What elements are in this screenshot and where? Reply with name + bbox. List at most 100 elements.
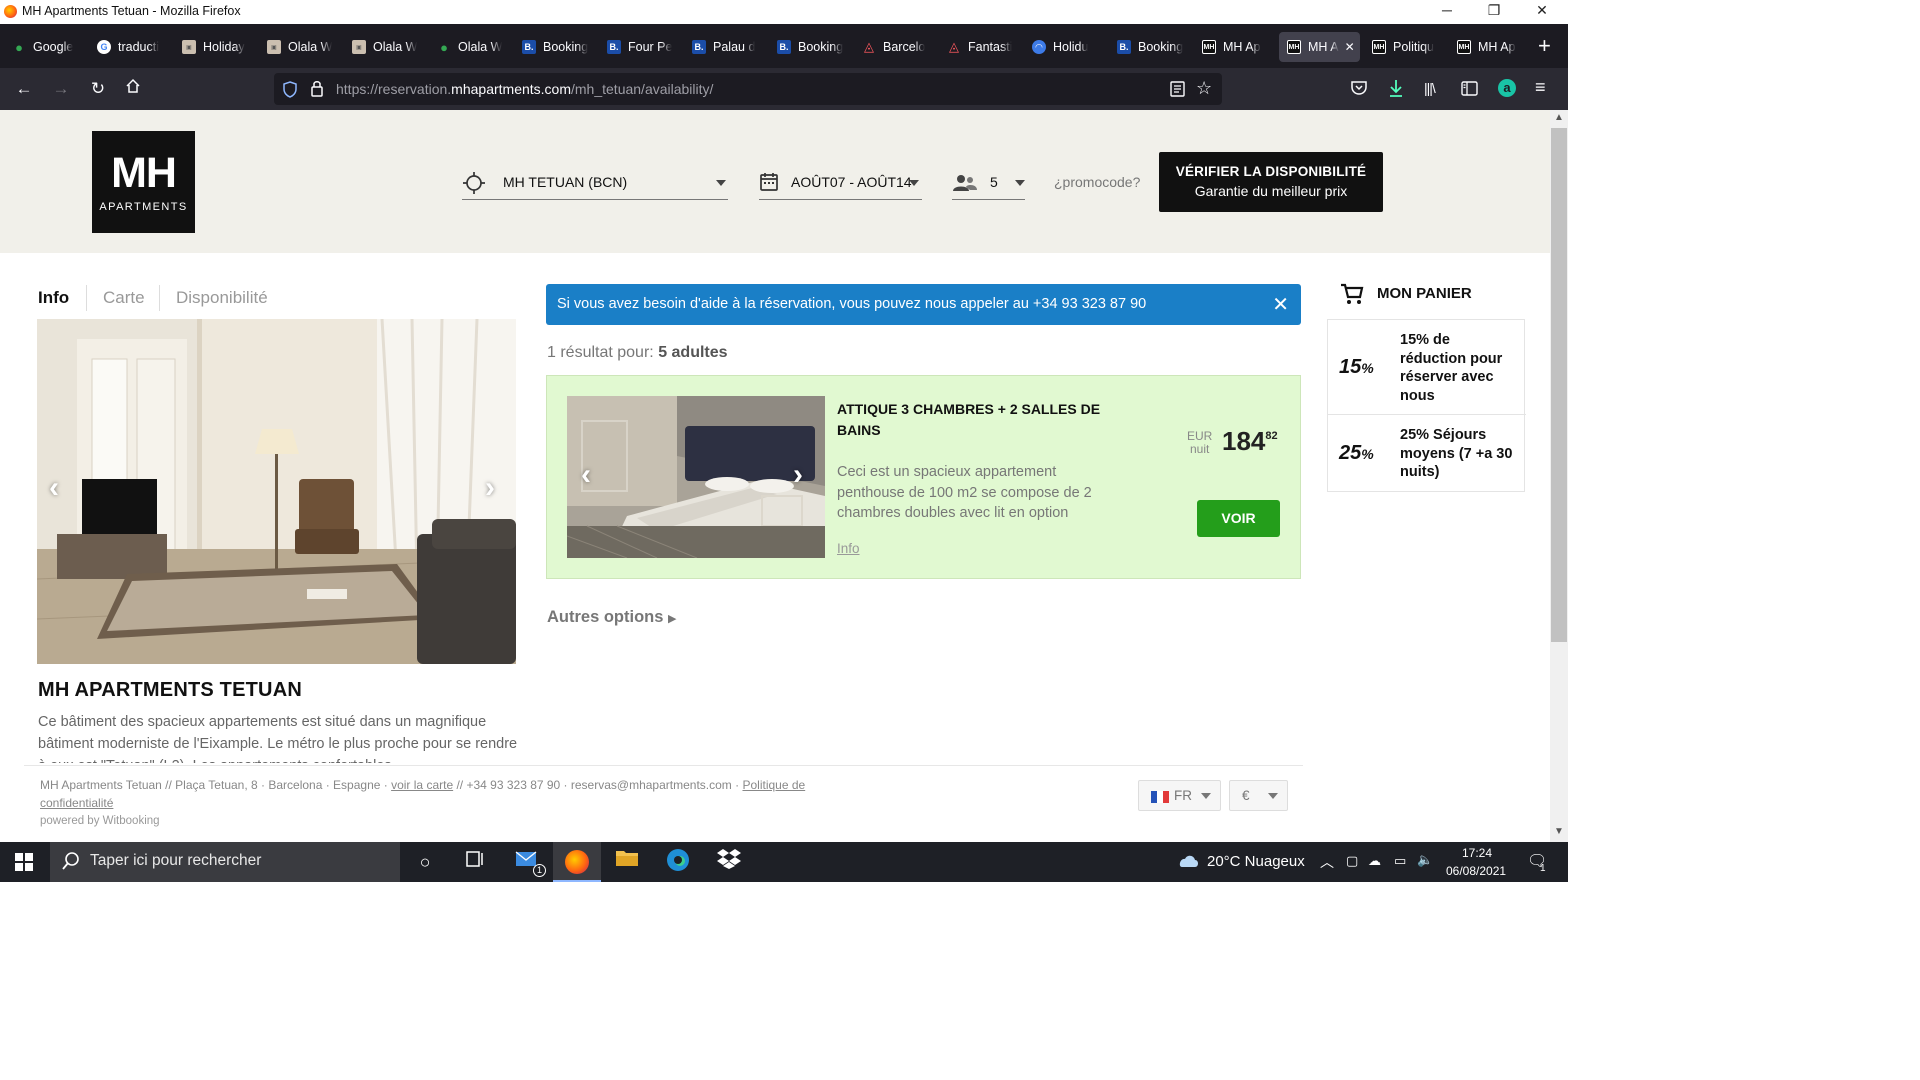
restore-button[interactable]: ❐ bbox=[1479, 2, 1509, 19]
lock-icon[interactable] bbox=[310, 80, 324, 102]
bookmark-star-icon[interactable]: ☆ bbox=[1196, 78, 1212, 99]
browser-tab[interactable]: ▣ Holiday bbox=[182, 32, 257, 62]
search-icon bbox=[62, 852, 80, 875]
browser-tab[interactable]: ◬ Fantasti bbox=[947, 32, 1022, 62]
battery-icon[interactable]: ▭ bbox=[1394, 853, 1406, 869]
windows-start-icon[interactable] bbox=[15, 853, 33, 876]
minimize-button[interactable]: ─ bbox=[1432, 2, 1462, 18]
reload-icon[interactable]: ↻ bbox=[87, 78, 109, 100]
taskbar-search[interactable]: Taper ici pour rechercher bbox=[50, 842, 400, 882]
olala-icon: ▣ bbox=[267, 40, 281, 54]
forward-arrow-icon[interactable]: → bbox=[50, 78, 72, 100]
new-tab-button[interactable]: + bbox=[1538, 33, 1551, 59]
firefox-taskbar-button[interactable] bbox=[553, 842, 601, 882]
close-tab-icon[interactable]: ✕ bbox=[1345, 40, 1355, 54]
other-options-toggle[interactable]: Autres options ▶ bbox=[547, 608, 676, 627]
apartment-photo-carousel[interactable]: ‹ › bbox=[37, 319, 516, 664]
address-bar[interactable]: https://reservation.mhapartments.com/mh_… bbox=[274, 73, 1222, 105]
room-photo-carousel[interactable]: ‹ › bbox=[567, 396, 825, 558]
footer-map-link[interactable]: voir la carte bbox=[391, 778, 453, 792]
volume-icon[interactable]: 🔈 bbox=[1417, 852, 1433, 868]
carousel-next-icon[interactable]: › bbox=[485, 471, 495, 505]
powered-by[interactable]: powered by Witbooking bbox=[40, 815, 160, 827]
library-icon[interactable]: |||\ bbox=[1424, 80, 1436, 96]
hotel-select[interactable]: MH TETUAN (BCN) bbox=[462, 165, 728, 200]
dropbox-icon[interactable] bbox=[714, 848, 744, 876]
help-banner: Si vous avez besoin d'aide à la réservat… bbox=[546, 284, 1301, 325]
onedrive-icon[interactable]: ☁ bbox=[1368, 853, 1381, 869]
scrollbar-thumb[interactable] bbox=[1551, 128, 1567, 642]
room-title[interactable]: ATTIQUE 3 CHAMBRES + 2 SALLES DE BAINS bbox=[837, 399, 1117, 441]
cloud-weather-icon[interactable] bbox=[1176, 851, 1200, 874]
carousel-next-icon[interactable]: › bbox=[793, 458, 803, 492]
mh-apartments-logo[interactable]: MH APARTMENTS bbox=[92, 131, 195, 233]
tab-label: Google bbox=[33, 40, 74, 54]
guests-select[interactable]: 5 bbox=[952, 165, 1025, 200]
shield-icon[interactable] bbox=[282, 81, 298, 103]
window-title-bar: MH Apartments Tetuan - Mozilla Firefox ─… bbox=[0, 0, 1568, 24]
tab-map[interactable]: Carte bbox=[103, 288, 145, 308]
apartment-description: Ce bâtiment des spacieux appartements es… bbox=[38, 714, 518, 763]
booking-icon: B. bbox=[692, 40, 706, 54]
browser-tab[interactable]: ◠ Holidu bbox=[1032, 32, 1107, 62]
reader-view-icon[interactable] bbox=[1170, 81, 1185, 102]
browser-tab[interactable]: B. Four Pe bbox=[607, 32, 682, 62]
edge-icon[interactable] bbox=[663, 848, 693, 876]
browser-tab[interactable]: MH MH Ap bbox=[1457, 32, 1532, 62]
browser-tab[interactable]: MH MH A ✕ bbox=[1279, 32, 1360, 62]
browser-tab[interactable]: ● Olala W bbox=[437, 32, 512, 62]
navigation-toolbar: ← → ↻ https://reservation.mhapartments.c… bbox=[0, 68, 1568, 110]
bedroom-photo bbox=[567, 396, 825, 558]
close-window-button[interactable]: ✕ bbox=[1527, 2, 1557, 19]
sidebar-icon[interactable] bbox=[1461, 81, 1478, 101]
tab-label: Four Pe bbox=[628, 40, 673, 54]
view-room-button[interactable]: VOIR bbox=[1197, 500, 1280, 537]
tab-info[interactable]: Info bbox=[38, 288, 69, 308]
tab-availability[interactable]: Disponibilité bbox=[176, 288, 268, 308]
dates-select[interactable]: AOÛT07 - AOÛT14 bbox=[759, 165, 922, 200]
mh-icon: MH bbox=[1372, 40, 1386, 54]
currency-select[interactable]: € bbox=[1229, 780, 1288, 811]
promocode-link[interactable]: ¿promocode? bbox=[1054, 174, 1140, 190]
chevron-up-icon[interactable]: ︿ bbox=[1320, 852, 1334, 872]
url-text: https://reservation.mhapartments.com/mh_… bbox=[336, 81, 714, 97]
location-target-icon bbox=[462, 171, 486, 198]
shopping-cart-icon bbox=[1340, 283, 1364, 310]
room-info-link[interactable]: Info bbox=[837, 541, 860, 556]
close-icon[interactable]: ✕ bbox=[1272, 292, 1289, 317]
hamburger-menu-icon[interactable]: ≡ bbox=[1535, 77, 1546, 98]
cortana-icon[interactable]: ○ bbox=[410, 848, 440, 876]
browser-tab[interactable]: B. Booking bbox=[777, 32, 852, 62]
tab-strip: ● Google Gtraducti ▣ Holiday ▣ Olala W ▣ Olala W… bbox=[0, 24, 1568, 68]
clock-date[interactable]: 06/08/2021 bbox=[1446, 864, 1506, 878]
browser-tab[interactable]: ● Google bbox=[12, 32, 87, 62]
home-icon[interactable] bbox=[122, 78, 144, 100]
pocket-icon[interactable] bbox=[1350, 80, 1368, 101]
task-view-icon[interactable] bbox=[460, 848, 490, 876]
browser-tab[interactable]: ▣ Olala W bbox=[267, 32, 342, 62]
carousel-prev-icon[interactable]: ‹ bbox=[49, 471, 59, 505]
browser-tab[interactable]: Gtraducti bbox=[97, 32, 172, 62]
amazon-assistant-extension-icon[interactable]: a bbox=[1498, 79, 1516, 97]
browser-tab[interactable]: B. Booking bbox=[522, 32, 597, 62]
check-availability-button[interactable]: VÉRIFIER LA DISPONIBILITÉ Garantie du me… bbox=[1159, 152, 1383, 212]
browser-tab[interactable]: MH Politiqu bbox=[1372, 32, 1447, 62]
tab-label: Olala W bbox=[373, 40, 418, 54]
tab-label: traducti bbox=[118, 40, 159, 54]
downloads-icon[interactable] bbox=[1388, 78, 1404, 103]
language-select[interactable]: FR bbox=[1138, 780, 1221, 811]
device-icon[interactable]: ▢ bbox=[1346, 853, 1358, 869]
back-arrow-icon[interactable]: ← bbox=[13, 78, 35, 100]
caret-right-icon: ▶ bbox=[668, 613, 677, 625]
footer-address: MH Apartments Tetuan // Plaça Tetuan, 8 … bbox=[40, 778, 806, 810]
weather-text[interactable]: 20°C Nuageux bbox=[1207, 853, 1305, 870]
result-count: 1 résultat pour: 5 adultes bbox=[547, 344, 728, 361]
browser-tab[interactable]: ▣ Olala W bbox=[352, 32, 427, 62]
carousel-prev-icon[interactable]: ‹ bbox=[581, 458, 591, 492]
browser-tab[interactable]: ◬ Barcelo bbox=[862, 32, 937, 62]
clock-time[interactable]: 17:24 bbox=[1462, 846, 1492, 860]
browser-tab[interactable]: B. Booking bbox=[1117, 32, 1192, 62]
file-explorer-icon[interactable] bbox=[612, 848, 642, 876]
browser-tab[interactable]: B. Palau d bbox=[692, 32, 767, 62]
browser-tab[interactable]: MH MH Ap bbox=[1202, 32, 1277, 62]
